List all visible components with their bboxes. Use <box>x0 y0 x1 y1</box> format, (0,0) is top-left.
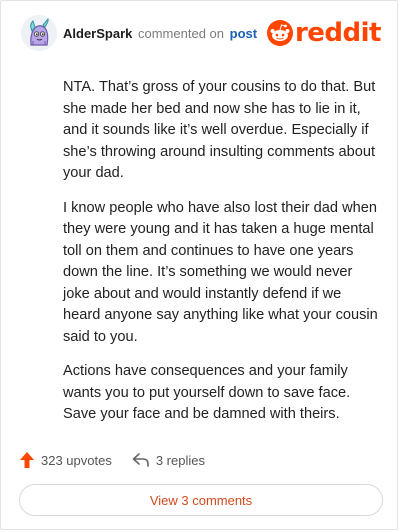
reply-icon <box>132 453 149 467</box>
comment-card: AlderSpark commented on post reddit NTA.… <box>0 0 398 530</box>
avatar-icon <box>21 15 57 51</box>
upvote-icon <box>20 452 34 468</box>
replies-count: 3 replies <box>155 452 205 468</box>
user-avatar[interactable] <box>21 15 57 51</box>
upvote-button[interactable]: 323 upvotes <box>19 451 112 469</box>
reddit-logo[interactable]: reddit <box>266 18 382 48</box>
comment-paragraph: I know people who have also lost their d… <box>63 199 378 345</box>
comment-body: NTA. That’s gross of your cousins to do … <box>63 77 381 439</box>
comment-paragraph: NTA. That’s gross of your cousins to do … <box>63 79 376 181</box>
reddit-wordmark: reddit <box>294 18 382 48</box>
reddit-snoo-icon <box>266 20 293 46</box>
post-link[interactable]: post <box>230 26 257 41</box>
upvote-count: 323 upvotes <box>41 452 112 468</box>
comment-paragraph: Actions have consequences and your famil… <box>63 363 351 422</box>
comment-meta: AlderSpark commented on post <box>63 26 257 41</box>
comment-header: AlderSpark commented on post reddit <box>21 15 382 51</box>
username[interactable]: AlderSpark <box>63 26 132 41</box>
view-comments-button[interactable]: View 3 comments <box>19 484 383 516</box>
comment-actions: 323 upvotes 3 replies <box>19 449 225 471</box>
replies-button[interactable]: 3 replies <box>132 452 205 468</box>
commented-on-text: commented on <box>138 25 224 41</box>
